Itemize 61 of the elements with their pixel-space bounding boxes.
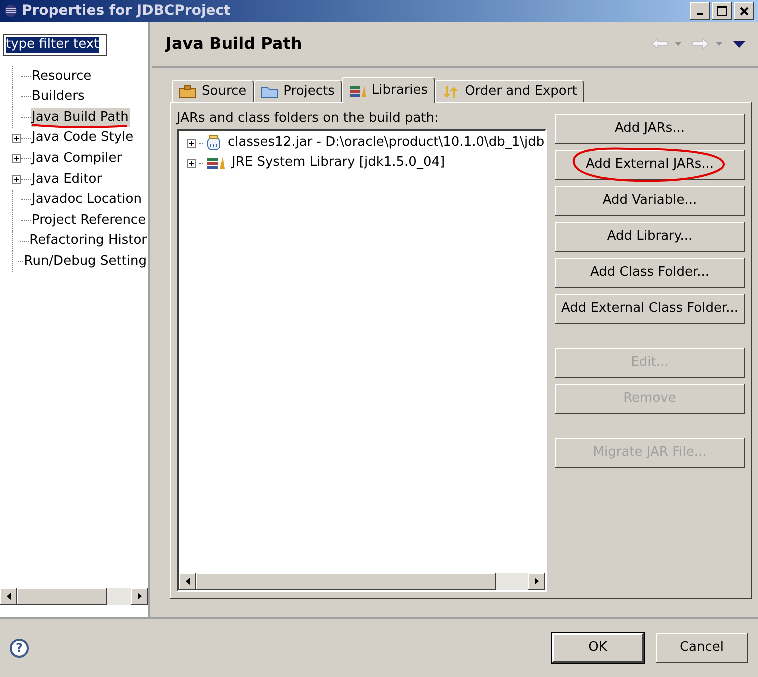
tab[interactable]: Projects [254, 80, 342, 102]
maximize-button[interactable] [712, 2, 732, 20]
tab[interactable]: Order and Export [435, 80, 584, 102]
build-path-list[interactable]: classes12.jar - D:\oracle\product\10.1.0\db_1\jdb JRE System Library [jdk1.5.0_04] [177, 129, 547, 592]
scroll-left-button[interactable] [179, 573, 196, 590]
tree-item[interactable]: Resource [31, 66, 93, 86]
action-button[interactable]: Add External Class Folder... [555, 294, 745, 324]
help-icon[interactable]: ? [10, 638, 29, 658]
right-arrow-icon [534, 578, 538, 585]
jar-icon [206, 135, 222, 151]
expand-icon[interactable] [187, 138, 196, 148]
scroll-right-button[interactable] [131, 588, 148, 605]
action-button[interactable]: Add JARs... [555, 114, 745, 144]
tree-item[interactable]: Java Build Path [31, 108, 130, 128]
action-button[interactable]: Add Variable... [555, 186, 745, 216]
tree-item[interactable]: Javadoc Location [31, 190, 143, 210]
close-icon [740, 6, 748, 16]
filter-field[interactable]: type filter text [3, 34, 107, 56]
tab[interactable]: Libraries [342, 77, 436, 103]
list-label: JARs and class folders on the build path: [177, 110, 440, 128]
action-button[interactable]: Add External JARs... [555, 150, 745, 180]
tree-item[interactable]: Java Compiler [31, 148, 124, 168]
list-scrollbar[interactable] [179, 573, 545, 590]
expand-icon[interactable] [12, 134, 21, 143]
books-icon [206, 156, 226, 170]
list-entry[interactable]: JRE System Library [jdk1.5.0_04] [232, 153, 446, 173]
filter-text: type filter text [6, 37, 100, 53]
arrows-icon [442, 84, 460, 98]
maximize-icon [717, 6, 727, 16]
tree-item[interactable]: Java Code Style [31, 128, 135, 148]
tree-item[interactable]: Project Reference [31, 210, 148, 230]
scroll-thumb[interactable] [17, 588, 107, 605]
minimize-button[interactable] [690, 2, 710, 20]
left-arrow-icon [186, 578, 190, 585]
window-title: Properties for JDBCProject [22, 2, 231, 20]
tree-item[interactable]: Refactoring Histor [28, 231, 148, 251]
package-icon [179, 84, 197, 98]
sidebar-scrollbar[interactable] [0, 588, 148, 605]
expand-icon[interactable] [12, 154, 21, 164]
list-entry[interactable]: classes12.jar - D:\oracle\product\10.1.0\db_1\jdb [228, 133, 545, 153]
menu-caret-icon[interactable] [733, 40, 746, 48]
dialog-button[interactable]: OK [552, 633, 644, 663]
right-arrow-icon [138, 593, 142, 600]
scroll-thumb[interactable] [196, 573, 496, 590]
tree-item[interactable]: Java Editor [31, 170, 104, 190]
action-button[interactable]: Add Library... [555, 222, 745, 252]
books-icon [348, 84, 367, 98]
close-button[interactable] [734, 2, 754, 20]
tree-item[interactable]: Run/Debug Setting [23, 252, 148, 272]
tree-item[interactable]: Builders [31, 87, 86, 107]
expand-icon[interactable] [12, 174, 21, 184]
folder-icon [260, 84, 279, 98]
expand-icon[interactable] [187, 158, 196, 168]
tab[interactable]: Source [172, 80, 254, 102]
page-title: Java Build Path [166, 33, 302, 55]
window-icon [4, 4, 18, 18]
left-arrow-icon [6, 593, 10, 600]
scroll-left-button[interactable] [0, 588, 17, 605]
action-button[interactable]: Add Class Folder... [555, 258, 745, 288]
scroll-right-button[interactable] [528, 573, 545, 590]
dialog-button[interactable]: Cancel [656, 633, 748, 663]
